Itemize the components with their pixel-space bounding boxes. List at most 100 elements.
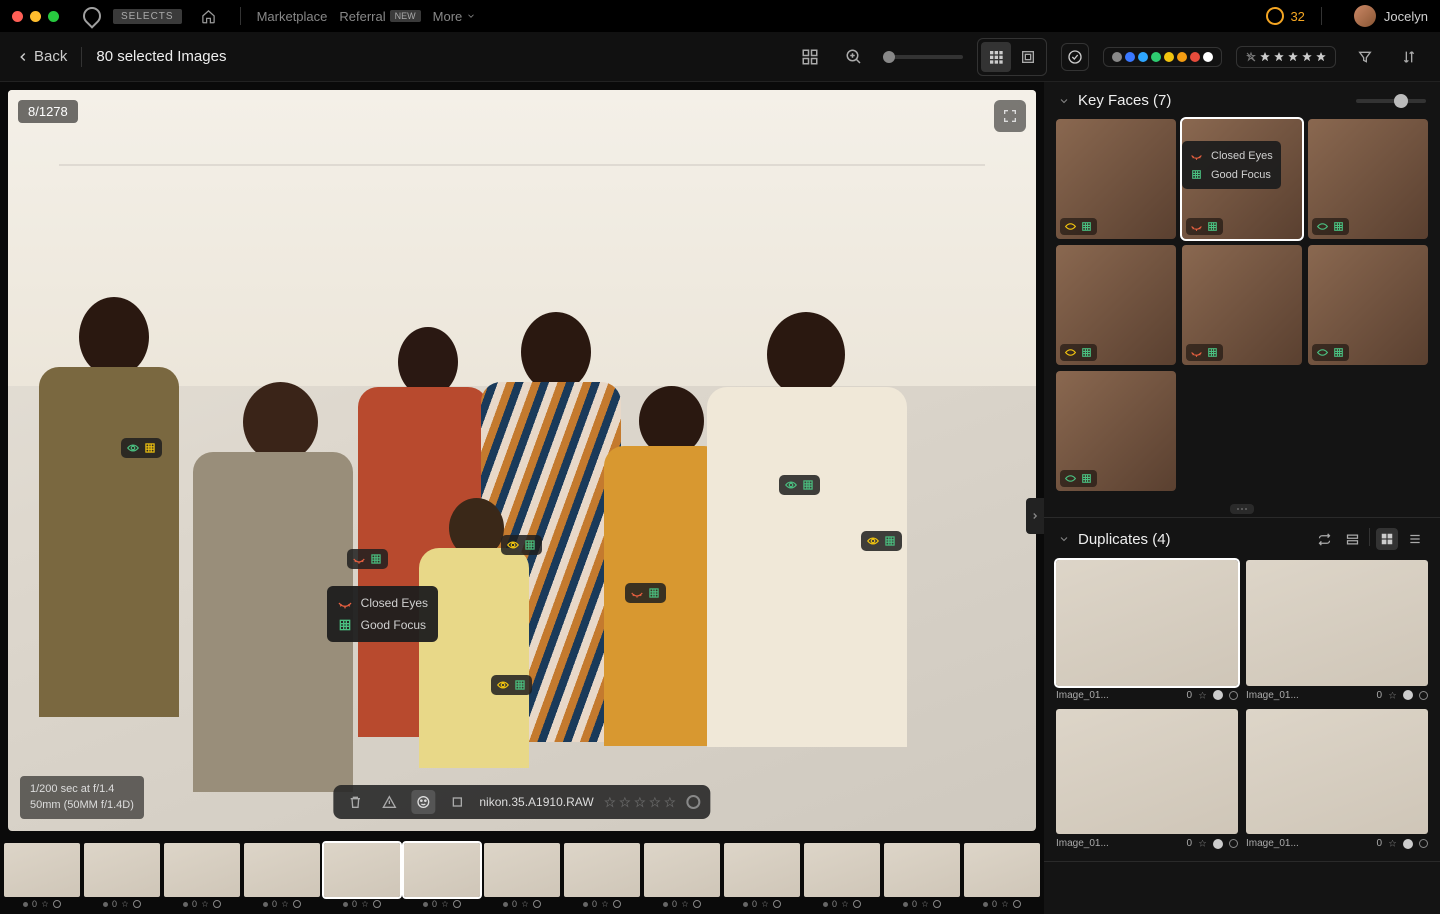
key-face-thumb[interactable]: Closed EyesGood Focus: [1182, 119, 1302, 239]
sort-icon[interactable]: [1394, 42, 1424, 72]
star-icon: [1315, 51, 1327, 63]
grid-icon[interactable]: [1376, 528, 1398, 550]
focus-status-icon: [647, 586, 661, 600]
nav-marketplace[interactable]: Marketplace: [257, 9, 328, 24]
color-label-filter[interactable]: [1103, 47, 1222, 67]
rows-icon[interactable]: [1341, 528, 1363, 550]
color-label-ring[interactable]: [687, 795, 701, 809]
filmstrip-thumb[interactable]: 0: [484, 843, 560, 911]
duplicate-item[interactable]: Image_01...0: [1246, 709, 1428, 850]
compare-grid-icon[interactable]: [795, 42, 825, 72]
color-label-ring[interactable]: [1229, 691, 1238, 700]
home-icon[interactable]: [194, 1, 224, 31]
face-marker[interactable]: [491, 675, 532, 695]
filmstrip-thumb[interactable]: 0: [404, 843, 480, 911]
check-icon[interactable]: [1213, 690, 1223, 700]
face-thumb-size-slider[interactable]: [1356, 99, 1426, 103]
face-marker[interactable]: [861, 531, 902, 551]
maximize-window[interactable]: [48, 11, 59, 22]
filmstrip-thumb[interactable]: 0: [724, 843, 800, 911]
fullscreen-button[interactable]: [994, 100, 1026, 132]
key-face-thumb[interactable]: [1056, 371, 1176, 491]
duplicate-thumb[interactable]: [1056, 560, 1238, 686]
filmstrip-thumb[interactable]: 0: [964, 843, 1040, 911]
loop-icon[interactable]: [1313, 528, 1335, 550]
color-label-ring[interactable]: [1229, 839, 1238, 848]
check-icon[interactable]: [1213, 839, 1223, 849]
delete-button[interactable]: [343, 790, 367, 814]
face-marker[interactable]: [347, 549, 388, 569]
key-face-thumb[interactable]: [1056, 119, 1176, 239]
close-window[interactable]: [12, 11, 23, 22]
crop-button[interactable]: [445, 790, 469, 814]
collapse-sidebar-button[interactable]: [1026, 498, 1044, 534]
filmstrip-thumb[interactable]: 0: [324, 843, 400, 911]
zoom-icon[interactable]: [839, 42, 869, 72]
filmstrip[interactable]: 0000000000000: [0, 839, 1044, 914]
grid-view-button[interactable]: [981, 42, 1011, 72]
color-label-ring[interactable]: [1419, 839, 1428, 848]
star-icon: [1287, 51, 1299, 63]
duplicate-filename: Image_01...: [1056, 690, 1180, 701]
key-face-thumb[interactable]: [1308, 245, 1428, 365]
filter-icon[interactable]: [1350, 42, 1380, 72]
color-dot[interactable]: [1203, 52, 1213, 62]
nav-more[interactable]: More: [433, 9, 477, 24]
filmstrip-thumb[interactable]: 0: [564, 843, 640, 911]
duplicate-item[interactable]: Image_01...0: [1246, 560, 1428, 701]
color-label-ring[interactable]: [1419, 691, 1428, 700]
face-marker[interactable]: [121, 438, 162, 458]
chevron-down-icon[interactable]: [1058, 95, 1070, 107]
face-marker[interactable]: [625, 583, 666, 603]
duplicate-thumb[interactable]: [1246, 709, 1428, 835]
minimize-window[interactable]: [30, 11, 41, 22]
color-dot[interactable]: [1125, 52, 1135, 62]
warning-button[interactable]: [377, 790, 401, 814]
filmstrip-thumb[interactable]: 0: [244, 843, 320, 911]
back-button[interactable]: Back: [16, 48, 67, 65]
image-viewer[interactable]: 8/1278 Closed Eyes Good Focus 1/200 sec …: [8, 90, 1036, 831]
duplicate-item[interactable]: Image_01...0: [1056, 560, 1238, 701]
list-icon[interactable]: [1404, 528, 1426, 550]
color-dot[interactable]: [1164, 52, 1174, 62]
single-view-button[interactable]: [1013, 42, 1043, 72]
face-tag-button[interactable]: [411, 790, 435, 814]
duplicate-filename: Image_01...: [1246, 838, 1370, 849]
filmstrip-thumb[interactable]: 0: [164, 843, 240, 911]
nav-referral[interactable]: Referral NEW: [339, 9, 420, 24]
zoom-slider[interactable]: [883, 55, 963, 59]
focus-status-icon: [883, 534, 897, 548]
chevron-down-icon[interactable]: [1058, 533, 1070, 545]
duplicate-filename: Image_01...: [1056, 838, 1180, 849]
filmstrip-thumb[interactable]: 0: [84, 843, 160, 911]
face-marker[interactable]: [501, 535, 542, 555]
star-rating-filter[interactable]: [1236, 46, 1336, 68]
duplicate-thumb[interactable]: [1056, 709, 1238, 835]
duplicate-item[interactable]: Image_01...0: [1056, 709, 1238, 850]
key-faces-title: Key Faces (7): [1078, 92, 1340, 109]
color-dot[interactable]: [1190, 52, 1200, 62]
duplicate-thumb[interactable]: [1246, 560, 1428, 686]
color-dot[interactable]: [1138, 52, 1148, 62]
credits-display[interactable]: 32: [1266, 7, 1304, 25]
key-face-thumb[interactable]: [1182, 245, 1302, 365]
filmstrip-thumb[interactable]: 0: [884, 843, 960, 911]
rating-stars[interactable]: [604, 796, 677, 809]
filmstrip-thumb[interactable]: 0: [804, 843, 880, 911]
color-dot[interactable]: [1151, 52, 1161, 62]
face-marker[interactable]: [779, 475, 820, 495]
user-menu[interactable]: Jocelyn: [1354, 5, 1428, 27]
view-mode-group: [977, 38, 1047, 76]
filmstrip-thumb[interactable]: 0: [644, 843, 720, 911]
color-dot[interactable]: [1177, 52, 1187, 62]
check-filter[interactable]: [1061, 43, 1089, 71]
color-dot[interactable]: [1112, 52, 1122, 62]
eye-status-icon: [1064, 472, 1077, 485]
key-face-thumb[interactable]: [1056, 245, 1176, 365]
filmstrip-thumb[interactable]: 0: [4, 843, 80, 911]
check-icon[interactable]: [1403, 690, 1413, 700]
key-face-thumb[interactable]: [1308, 119, 1428, 239]
panel-resize-handle[interactable]: [1044, 501, 1440, 517]
eye-status-icon: [1316, 220, 1329, 233]
check-icon[interactable]: [1403, 839, 1413, 849]
